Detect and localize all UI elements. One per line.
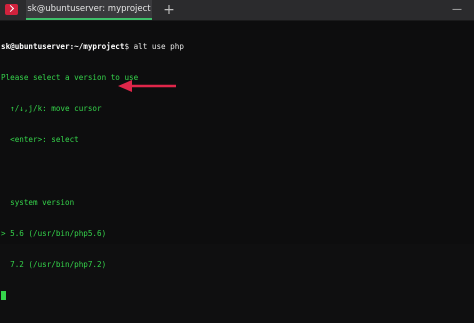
output-line: ↑/↓,j/k: move cursor	[1, 104, 102, 114]
text-cursor	[1, 291, 6, 301]
output-line: <enter>: select	[1, 135, 79, 145]
terminal-output[interactable]: sk@ubuntuserver:~/myproject$ alt use php…	[1, 21, 473, 301]
terminal-app-icon	[5, 4, 18, 15]
selected-version-option[interactable]: > 5.6 (/usr/bin/php5.6)	[1, 229, 473, 239]
shell-prompt: sk@ubuntuserver:~/myproject	[1, 41, 125, 51]
new-tab-button[interactable]: +	[162, 1, 176, 19]
terminal-window: sk@ubuntuserver: myproject + — sk@ubuntu…	[0, 0, 474, 301]
tab-title: sk@ubuntuserver: myproject	[27, 4, 151, 14]
cursor-line	[1, 291, 473, 301]
minimize-button[interactable]: —	[452, 5, 464, 15]
output-line: system version	[1, 197, 75, 207]
title-bar: sk@ubuntuserver: myproject + —	[0, 0, 474, 21]
tab-myproject[interactable]: sk@ubuntuserver: myproject	[26, 0, 152, 20]
command-line: sk@ubuntuserver:~/myproject$ alt use php	[1, 42, 473, 52]
annotation-arrow-icon	[118, 80, 176, 92]
command-text: $ alt use php	[124, 41, 184, 51]
version-option[interactable]: 7.2 (/usr/bin/php7.2)	[1, 260, 473, 270]
output-line: Please select a version to use	[1, 73, 139, 83]
